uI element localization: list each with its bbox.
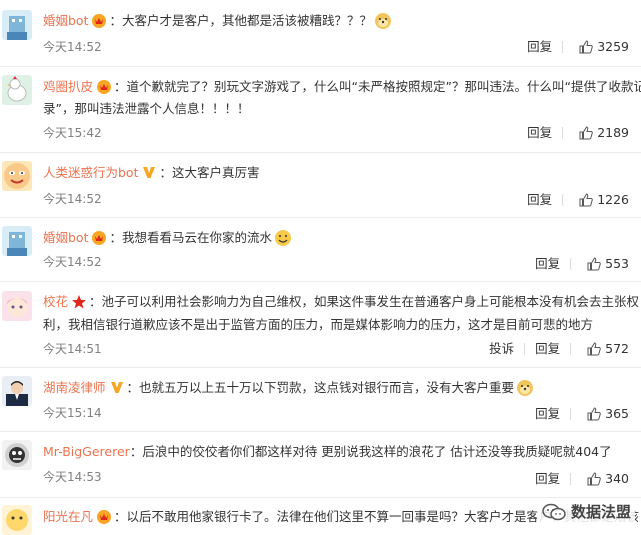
verified-v-icon [141, 165, 157, 186]
like-count: 553 [605, 256, 629, 271]
avatar[interactable] [2, 440, 32, 470]
username[interactable]: 人类迷惑行为bot [43, 165, 138, 180]
avatar[interactable] [2, 291, 32, 321]
like-count: 365 [605, 406, 629, 421]
comment-text: 我想看看马云在你家的流水 [122, 230, 273, 245]
thumbs-up-icon [579, 40, 593, 54]
avatar[interactable] [2, 75, 32, 105]
reply-button[interactable]: 回复 [535, 256, 560, 272]
timestamp: 今天14:53 [43, 470, 102, 484]
like-button[interactable]: 2189 [579, 125, 629, 141]
timestamp: 今天14:51 [43, 342, 102, 356]
timestamp: 今天14:52 [43, 192, 102, 206]
thumbs-up-icon [587, 257, 601, 271]
timestamp: 今天14:52 [43, 40, 102, 54]
username[interactable]: 婚姻bot [43, 13, 88, 28]
divider [0, 367, 641, 368]
reply-button[interactable]: 回复 [535, 406, 560, 422]
username[interactable]: Mr-BigGererer [43, 444, 130, 459]
timestamp: 今天15:42 [43, 126, 102, 140]
like-button[interactable]: 3259 [579, 39, 629, 55]
comment-text: 大客户才是客户，其他都是活该被糟践？？？ [122, 13, 373, 28]
divider [0, 152, 641, 153]
doge-emoji [516, 379, 534, 403]
divider [570, 258, 572, 270]
thumbs-up-icon [587, 342, 601, 356]
watermark-text: 数据法盟 [570, 503, 631, 521]
like-count: 1226 [597, 192, 629, 207]
avatar[interactable] [2, 10, 32, 40]
reply-button[interactable]: 回复 [535, 341, 560, 357]
timestamp: 今天15:14 [43, 406, 102, 420]
report-button[interactable]: 投诉 [489, 341, 514, 357]
red-star-icon [71, 294, 87, 315]
divider [570, 343, 572, 355]
username[interactable]: 婚姻bot [43, 230, 88, 245]
divider [570, 473, 572, 485]
avatar[interactable] [2, 505, 32, 535]
divider [562, 194, 564, 206]
avatar[interactable] [2, 226, 32, 256]
like-button[interactable]: 340 [587, 471, 629, 487]
username[interactable]: 阳光在凡 [43, 509, 93, 524]
divider [524, 343, 526, 355]
divider [562, 127, 564, 139]
comment-text: 池子可以利用社会影响力为自己维权，如果这件事发生在普通客户身上可能根本没有机会去… [101, 294, 640, 309]
like-count: 2189 [597, 125, 629, 140]
thumbs-up-icon [579, 193, 593, 207]
thumbs-up-icon [587, 472, 601, 486]
divider [0, 281, 641, 282]
like-button[interactable]: 365 [587, 406, 629, 422]
timestamp: 今天14:52 [43, 255, 102, 269]
reply-button[interactable]: 回复 [527, 125, 552, 141]
verified-v-icon [109, 380, 125, 401]
divider [0, 497, 641, 498]
like-count: 572 [605, 341, 629, 356]
like-button[interactable]: 1226 [579, 192, 629, 208]
reply-button[interactable]: 回复 [535, 471, 560, 487]
like-button[interactable]: 572 [587, 341, 629, 357]
doge-emoji [374, 12, 392, 36]
comment-text-continued: 录”，那叫违法泄露个人信息！！！！ [43, 101, 250, 116]
thumbs-up-icon [587, 407, 601, 421]
reply-button[interactable]: 回复 [527, 39, 552, 55]
wechat-logo-icon [542, 503, 566, 520]
avatar[interactable] [2, 376, 32, 406]
crown-icon [91, 13, 107, 34]
watermark: 数据法盟 [536, 499, 635, 524]
username[interactable]: 鸡圈扒皮 [43, 79, 93, 94]
comment-text: 也就五万以上五十万以下罚款，这点钱对银行而言，没有大客户重要 [139, 380, 515, 395]
comment-text: 道个歉就完了？别玩文字游戏了，什么叫“未严格按照规定”？那叫违法。什么叫“提供了… [126, 79, 641, 94]
smile-emoji [274, 229, 292, 253]
divider [0, 217, 641, 218]
comment-text: 这大客户真厉害 [172, 165, 260, 180]
divider [570, 408, 572, 420]
crown-icon [91, 230, 107, 251]
reply-button[interactable]: 回复 [527, 192, 552, 208]
avatar[interactable] [2, 161, 32, 191]
username[interactable]: 湖南凌律师 [43, 380, 106, 395]
like-count: 3259 [597, 39, 629, 54]
crown-icon [96, 79, 112, 100]
like-count: 340 [605, 471, 629, 486]
divider [562, 41, 564, 53]
like-button[interactable]: 553 [587, 256, 629, 272]
thumbs-up-icon [579, 126, 593, 140]
divider [0, 431, 641, 432]
comment-text: 后浪中的佼佼者你们都这样对待 更别说我这样的浪花了 估计还没等我质疑呢就404了 [142, 444, 612, 459]
username[interactable]: 校花 [43, 294, 68, 309]
divider [0, 66, 641, 67]
crown-icon [96, 509, 112, 530]
comment-text-continued: 利，我相信银行道歉应该不是出于监管方面的压力，而是媒体影响力的压力，这才是目前可… [43, 317, 594, 332]
